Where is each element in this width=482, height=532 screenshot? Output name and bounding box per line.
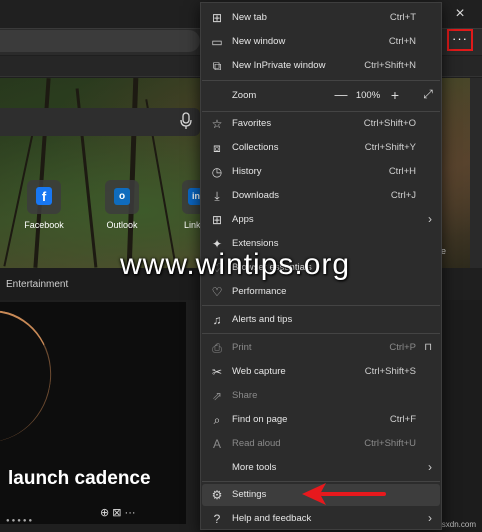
card-title[interactable]: launch cadence [8, 468, 151, 490]
menu-item-print[interactable]: ⎙ Print Ctrl+P ⊓ [202, 337, 440, 359]
menu-item-collections[interactable]: ⧈ Collections Ctrl+Shift+Y [202, 137, 440, 159]
menu-item-shortcut: Ctrl+P [389, 342, 416, 353]
menu-item-label: Read aloud [232, 438, 281, 449]
menu-item-read-aloud[interactable]: A Read aloud Ctrl+Shift+U [202, 433, 440, 455]
menu-item-help-and-feedback[interactable]: ? Help and feedback › [202, 508, 440, 530]
menu-item-label: Find on page [232, 414, 288, 425]
favorites-icon: ☆ [211, 117, 223, 131]
menu-item-share[interactable]: ⇗ Share [202, 385, 440, 407]
zoom-in-button[interactable]: + [387, 87, 403, 105]
history-icon: ◷ [211, 165, 223, 179]
menu-item-downloads[interactable]: ⤓ Downloads Ctrl+J [202, 185, 440, 207]
outlook-icon: o [114, 188, 130, 205]
microphone-icon[interactable] [180, 112, 192, 130]
menu-item-label: Settings [232, 489, 267, 500]
downloads-icon: ⤓ [214, 189, 220, 203]
bell-icon: ♫ [212, 313, 222, 327]
fullscreen-icon[interactable]: ⤢ [420, 87, 436, 105]
menu-item-shortcut: Ctrl+Shift+O [363, 118, 416, 129]
menu-item-label: Help and feedback [232, 513, 312, 524]
menu-item-shortcut: Ctrl+Shift+Y [364, 142, 416, 153]
quick-link-linkedin[interactable]: in Link [164, 180, 204, 230]
close-window-icon[interactable]: × [450, 4, 470, 24]
menu-item-alerts-and-tips[interactable]: ♫ Alerts and tips [202, 309, 440, 331]
red-arrow-annotation [302, 483, 386, 505]
menu-item-label: Collections [232, 142, 279, 153]
menu-item-label: Print [232, 342, 252, 353]
share-icon: ⇗ [211, 389, 223, 403]
menu-item-new-window[interactable]: ▭ New window Ctrl+N [202, 31, 440, 53]
new-tab-icon: ⊞ [211, 11, 223, 25]
chevron-right-icon: › [428, 511, 432, 525]
menu-item-find-on-page[interactable]: ⌕ Find on page Ctrl+F [202, 409, 440, 431]
menu-item-label: Downloads [232, 190, 279, 201]
menu-separator [202, 305, 440, 306]
menu-item-label: More tools [232, 462, 277, 473]
menu-item-label: History [232, 166, 262, 177]
quick-link-label: Facebook [24, 220, 64, 230]
menu-item-label: Apps [232, 214, 254, 225]
source-watermark: wsxdn.com [436, 520, 477, 529]
menu-item-history[interactable]: ◷ History Ctrl+H [202, 161, 440, 183]
menu-item-label: New InPrivate window [232, 60, 326, 71]
menu-item-label: Alerts and tips [232, 314, 293, 325]
read-aloud-icon: A [212, 437, 221, 451]
help-icon: ? [213, 512, 221, 526]
menu-separator [202, 333, 440, 334]
menu-item-label: Share [232, 390, 258, 401]
menu-item-shortcut: Ctrl+N [388, 36, 416, 47]
quick-link-facebook[interactable]: f Facebook [12, 180, 76, 230]
quick-link-label: Outlook [106, 220, 138, 230]
page-scrollbar[interactable] [470, 78, 482, 268]
menu-item-label: New window [232, 36, 286, 47]
menu-item-performance[interactable]: ♡ Performance [202, 281, 440, 303]
menu-item-label: Favorites [232, 118, 272, 129]
print-icon: ⎙ [212, 341, 222, 355]
settings-and-more-button[interactable]: ··· [447, 29, 473, 51]
menu-item-shortcut: Ctrl+J [390, 190, 416, 201]
menu-item-shortcut: Ctrl+Shift+S [364, 366, 416, 377]
menu-item-web-capture[interactable]: ✂ Web capture Ctrl+Shift+S [202, 361, 440, 383]
card-actions[interactable]: ⊕ ⊠ ··· [100, 506, 136, 519]
menu-item-shortcut: Ctrl+F [389, 414, 416, 425]
feed-tab-entertainment[interactable]: Entertainment [6, 279, 68, 290]
menu-item-shortcut: Ctrl+T [389, 12, 416, 23]
zoom-level: 100% [355, 90, 381, 101]
menu-item-zoom: Zoom [202, 83, 440, 109]
print-preview-icon: ⊓ [424, 342, 432, 353]
performance-icon: ♡ [211, 285, 223, 299]
menu-item-shortcut: Ctrl+H [388, 166, 416, 177]
chevron-right-icon: › [428, 460, 432, 474]
address-field[interactable] [0, 30, 200, 52]
inprivate-icon: ⧉ [212, 59, 222, 73]
quick-link-outlook[interactable]: o Outlook [90, 180, 154, 230]
apps-icon: ⊞ [211, 213, 223, 227]
menu-item-new-inprivate-window[interactable]: ⧉ New InPrivate window Ctrl+Shift+N [202, 55, 440, 77]
menu-item-favorites[interactable]: ☆ Favorites Ctrl+Shift+O [202, 113, 440, 135]
collections-icon: ⧈ [213, 141, 221, 155]
quick-link-label: Link [184, 220, 201, 230]
facebook-icon: f [36, 187, 52, 205]
menu-item-label: Web capture [232, 366, 286, 377]
menu-item-more-tools[interactable]: More tools › [202, 457, 440, 479]
new-window-icon: ▭ [211, 35, 223, 49]
card-pager-dots[interactable]: ●●●●● [6, 518, 34, 524]
menu-item-shortcut: Ctrl+Shift+U [364, 438, 416, 449]
menu-item-label: New tab [232, 12, 267, 23]
web-capture-icon: ✂ [211, 365, 223, 379]
chevron-right-icon: › [428, 212, 432, 226]
menu-separator [202, 80, 440, 81]
menu-item-shortcut: Ctrl+Shift+N [364, 60, 416, 71]
menu-item-label: Performance [232, 286, 287, 297]
gear-icon: ⚙ [211, 488, 223, 502]
menu-item-apps[interactable]: ⊞ Apps › [202, 209, 440, 231]
zoom-out-button[interactable]: — [333, 87, 349, 105]
menu-separator [202, 111, 440, 112]
menu-item-label: Zoom [232, 90, 257, 101]
search-box[interactable] [0, 108, 200, 136]
watermark-text: www.wintips.org [120, 248, 351, 281]
find-icon: ⌕ [213, 413, 221, 427]
menu-item-new-tab[interactable]: ⊞ New tab Ctrl+T [202, 7, 440, 29]
